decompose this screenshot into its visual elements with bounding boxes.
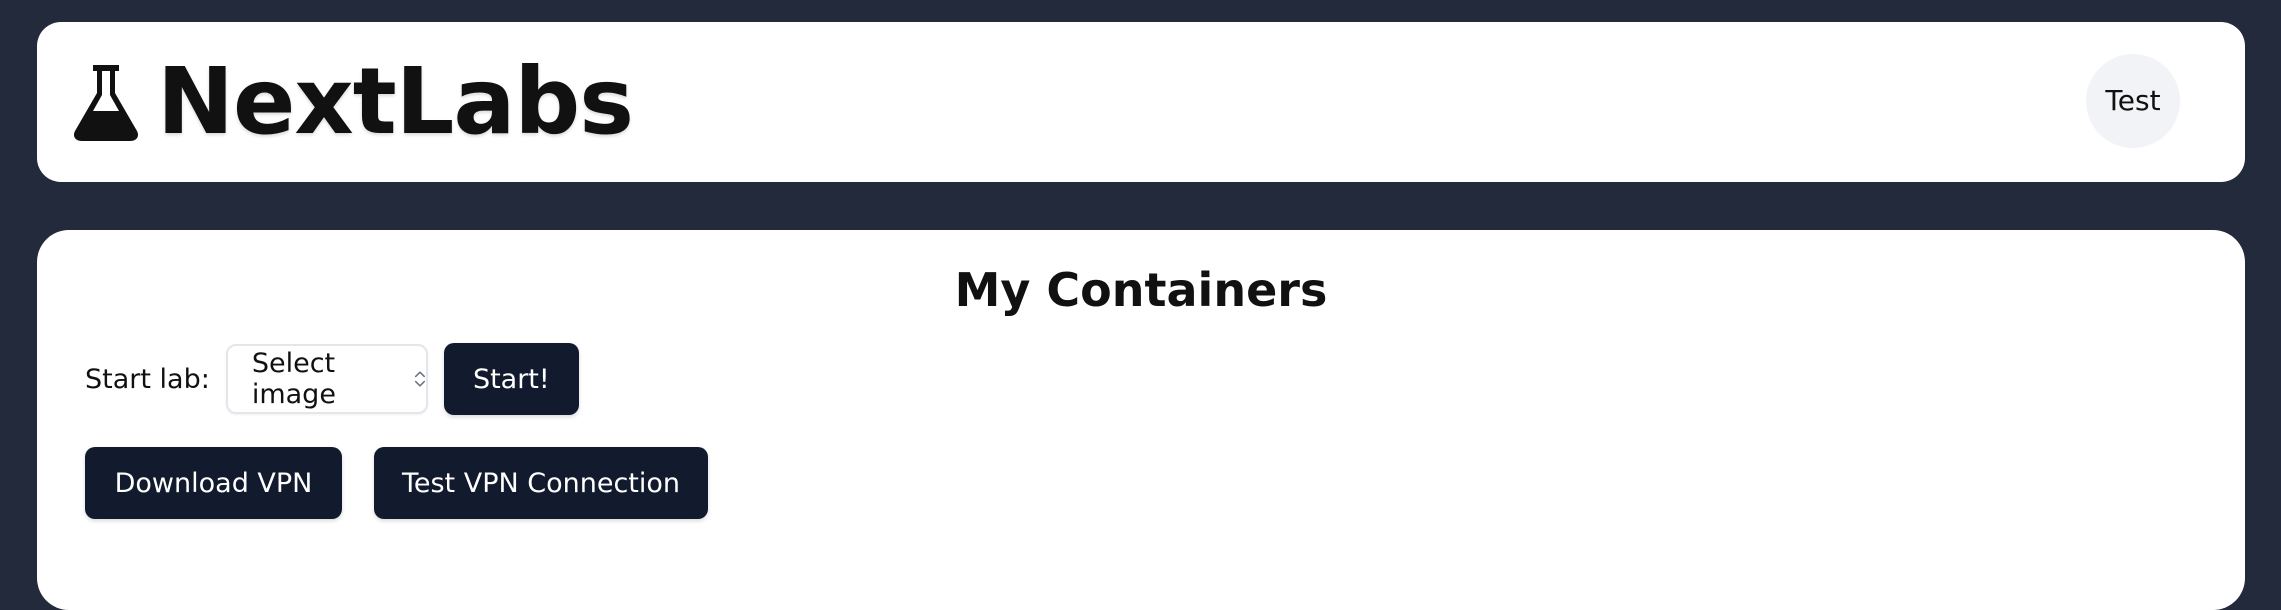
top-header: NextLabs Test bbox=[37, 22, 2245, 182]
start-lab-row: Start lab: Select image Start! bbox=[85, 343, 579, 415]
user-avatar[interactable]: Test bbox=[2086, 54, 2180, 148]
download-vpn-button[interactable]: Download VPN bbox=[85, 447, 342, 519]
image-select[interactable]: Select image bbox=[225, 344, 428, 414]
page-title: My Containers bbox=[954, 263, 1328, 317]
flask-icon bbox=[73, 65, 139, 141]
brand-name: NextLabs bbox=[157, 48, 634, 155]
containers-panel: My Containers Start lab: Select image St… bbox=[37, 230, 2245, 610]
image-select-value: Select image bbox=[251, 348, 336, 410]
start-lab-label: Start lab: bbox=[85, 363, 210, 395]
brand-logo[interactable]: NextLabs bbox=[71, 48, 634, 155]
chevron-updown-icon bbox=[414, 371, 425, 387]
start-button[interactable]: Start! bbox=[443, 343, 579, 415]
test-vpn-button[interactable]: Test VPN Connection bbox=[374, 447, 708, 519]
vpn-actions: Download VPN Test VPN Connection bbox=[85, 447, 708, 519]
